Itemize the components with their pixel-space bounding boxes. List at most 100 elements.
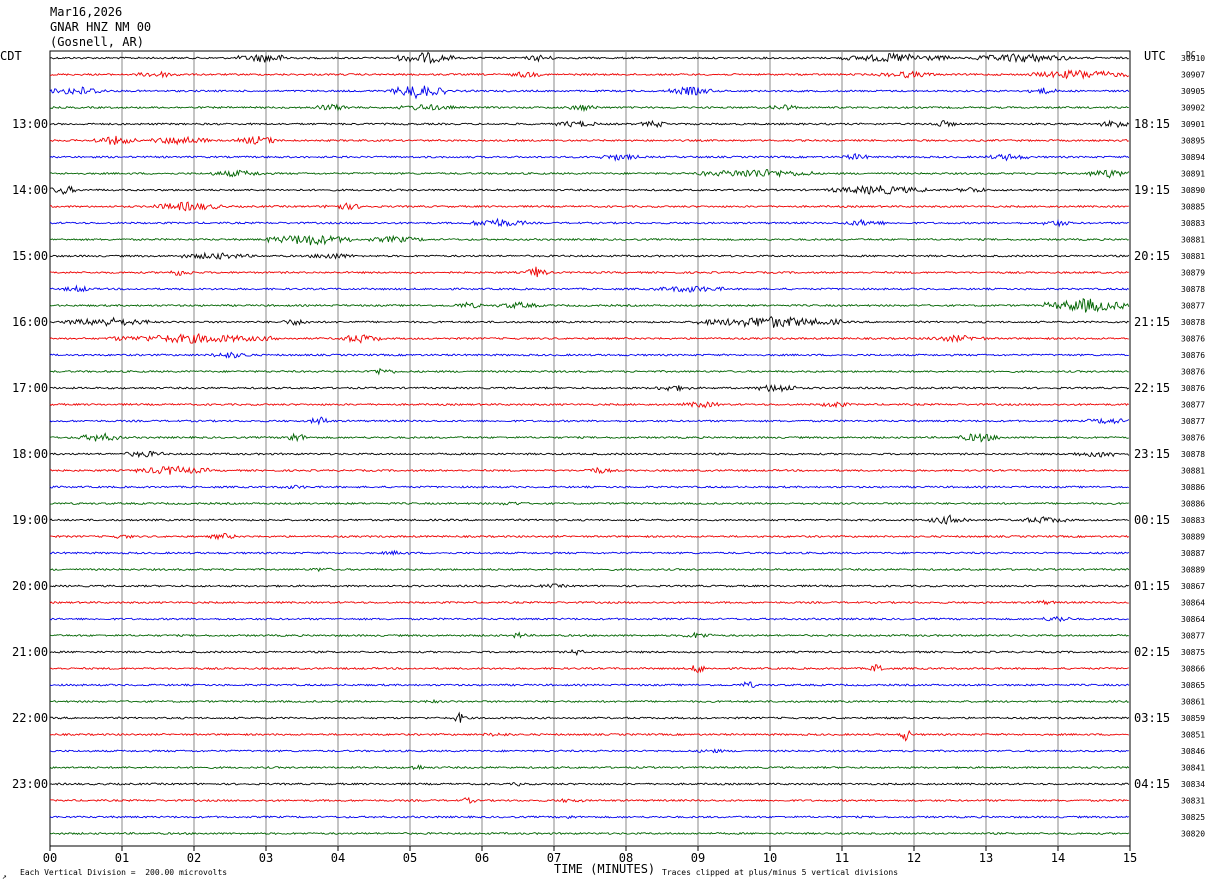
trace-row-2	[49, 69, 1130, 80]
dc-offset-value: 30889	[1181, 533, 1205, 542]
dc-offset-value: 30846	[1181, 747, 1205, 756]
trace-row-42	[49, 729, 1129, 742]
trace-row-6	[49, 135, 1129, 146]
trace-row-23	[49, 416, 1130, 426]
x-tick-label: 11	[835, 851, 849, 865]
dc-offset-value: 30877	[1181, 632, 1205, 641]
dc-offset-value: 30886	[1181, 500, 1205, 509]
right-hour-label: 03:15	[1134, 711, 1170, 725]
x-tick-label: 02	[187, 851, 201, 865]
dc-offset-value: 30841	[1181, 764, 1205, 773]
trace-row-5	[49, 119, 1130, 129]
dc-offset-value: 30876	[1181, 351, 1205, 360]
dc-offset-value: 30861	[1181, 698, 1205, 707]
scale-note: Each Vertical Division = 200.00 microvol…	[20, 868, 228, 877]
left-hour-label: 20:00	[12, 579, 48, 593]
dc-offset-value: 30883	[1181, 516, 1205, 525]
plot-frame	[49, 50, 1131, 847]
dc-offset-value: 30831	[1181, 797, 1205, 806]
trace-row-40	[49, 698, 1129, 704]
trace-row-17	[49, 316, 1129, 329]
dc-offset-value: 30859	[1181, 714, 1205, 723]
dc-offset-value: 30876	[1181, 384, 1205, 393]
right-hour-label: 01:15	[1134, 579, 1170, 593]
dc-offset-value: 30876	[1181, 368, 1205, 377]
trace-row-14	[49, 266, 1129, 278]
trace-row-39	[49, 681, 1130, 689]
dc-offset-value: 30878	[1181, 318, 1205, 327]
left-hour-label: 15:00	[12, 249, 48, 263]
dc-offset-value: 30902	[1181, 104, 1205, 113]
trace-row-20	[49, 367, 1129, 376]
trace-row-25	[49, 450, 1130, 459]
trace-row-11	[49, 217, 1129, 228]
right-hour-label: 04:15	[1134, 777, 1170, 791]
trace-row-16	[49, 298, 1130, 313]
trace-row-32	[49, 567, 1130, 573]
trace-row-27	[49, 484, 1129, 490]
dc-offset-value: 30879	[1181, 269, 1205, 278]
dc-offset-value: 30889	[1181, 566, 1205, 575]
dc-offset-value: 30886	[1181, 483, 1205, 492]
right-hour-label: 18:15	[1134, 117, 1170, 131]
right-hour-label: 23:15	[1134, 447, 1170, 461]
dc-offset-value: 30878	[1181, 450, 1205, 459]
helicorder-plot: 00 01 02 03 04 05 06 07 08 09 10 11 12 13 14 1530910309…	[12, 50, 1205, 865]
trace-row-1	[49, 51, 1129, 65]
x-tick-label: 04	[331, 851, 345, 865]
trace-row-38	[49, 664, 1129, 674]
trace-row-36	[49, 631, 1129, 639]
trace-row-34	[49, 599, 1129, 606]
left-hour-label: 14:00	[12, 183, 48, 197]
dc-offset-value: 30851	[1181, 731, 1205, 740]
dc-offset-value: 30876	[1181, 335, 1205, 344]
dc-offset-value: 30910	[1181, 54, 1205, 63]
dc-offset-value: 30864	[1181, 599, 1205, 608]
left-hour-label: 13:00	[12, 117, 48, 131]
dc-offset-value: 30881	[1181, 236, 1205, 245]
dc-offset-value: 30877	[1181, 302, 1205, 311]
trace-row-8	[49, 169, 1130, 179]
trace-row-4	[49, 103, 1129, 113]
trace-row-21	[49, 383, 1130, 393]
x-axis-title: TIME (MINUTES)	[554, 862, 656, 876]
trace-row-46	[49, 796, 1129, 804]
seismic-traces	[49, 51, 1130, 836]
trace-row-15	[49, 284, 1130, 293]
trace-row-33	[49, 583, 1129, 589]
corner-mark-icon: ↗	[2, 872, 7, 881]
dc-offset-value: 30834	[1181, 780, 1205, 789]
trace-row-7	[49, 153, 1130, 162]
dc-offset-value: 30890	[1181, 186, 1205, 195]
trace-row-13	[49, 251, 1130, 260]
trace-row-24	[49, 432, 1129, 443]
left-hour-label: 23:00	[12, 777, 48, 791]
dc-offset-value: 30877	[1181, 401, 1205, 410]
trace-row-28	[49, 501, 1129, 506]
trace-row-44	[49, 764, 1130, 771]
x-tick-label: 12	[907, 851, 921, 865]
left-hour-label: 18:00	[12, 447, 48, 461]
left-hour-label: 21:00	[12, 645, 48, 659]
minute-gridlines	[121, 51, 1059, 846]
right-hour-label: 00:15	[1134, 513, 1170, 527]
x-tick-label: 00	[43, 851, 57, 865]
dc-offset-value: 30883	[1181, 219, 1205, 228]
axis-labels: 00 01 02 03 04 05 06 07 08 09 10 11 12 13 14 1530910309…	[12, 54, 1205, 865]
trace-row-47	[49, 814, 1130, 819]
x-tick-label: 01	[115, 851, 129, 865]
dc-offset-value: 30901	[1181, 120, 1205, 129]
x-tick-label: 14	[1051, 851, 1065, 865]
dc-offset-value: 30825	[1181, 813, 1205, 822]
trace-row-18	[49, 332, 1129, 344]
trace-row-26	[49, 465, 1129, 475]
dc-offset-value: 30820	[1181, 830, 1205, 839]
dc-offset-value: 30905	[1181, 87, 1205, 96]
trace-row-31	[49, 549, 1130, 556]
dc-offset-value: 30891	[1181, 170, 1205, 179]
trace-row-37	[49, 648, 1129, 657]
right-hour-label: 02:15	[1134, 645, 1170, 659]
dc-offset-value: 30895	[1181, 137, 1205, 146]
dc-offset-value: 30881	[1181, 252, 1205, 261]
x-tick-label: 03	[259, 851, 273, 865]
